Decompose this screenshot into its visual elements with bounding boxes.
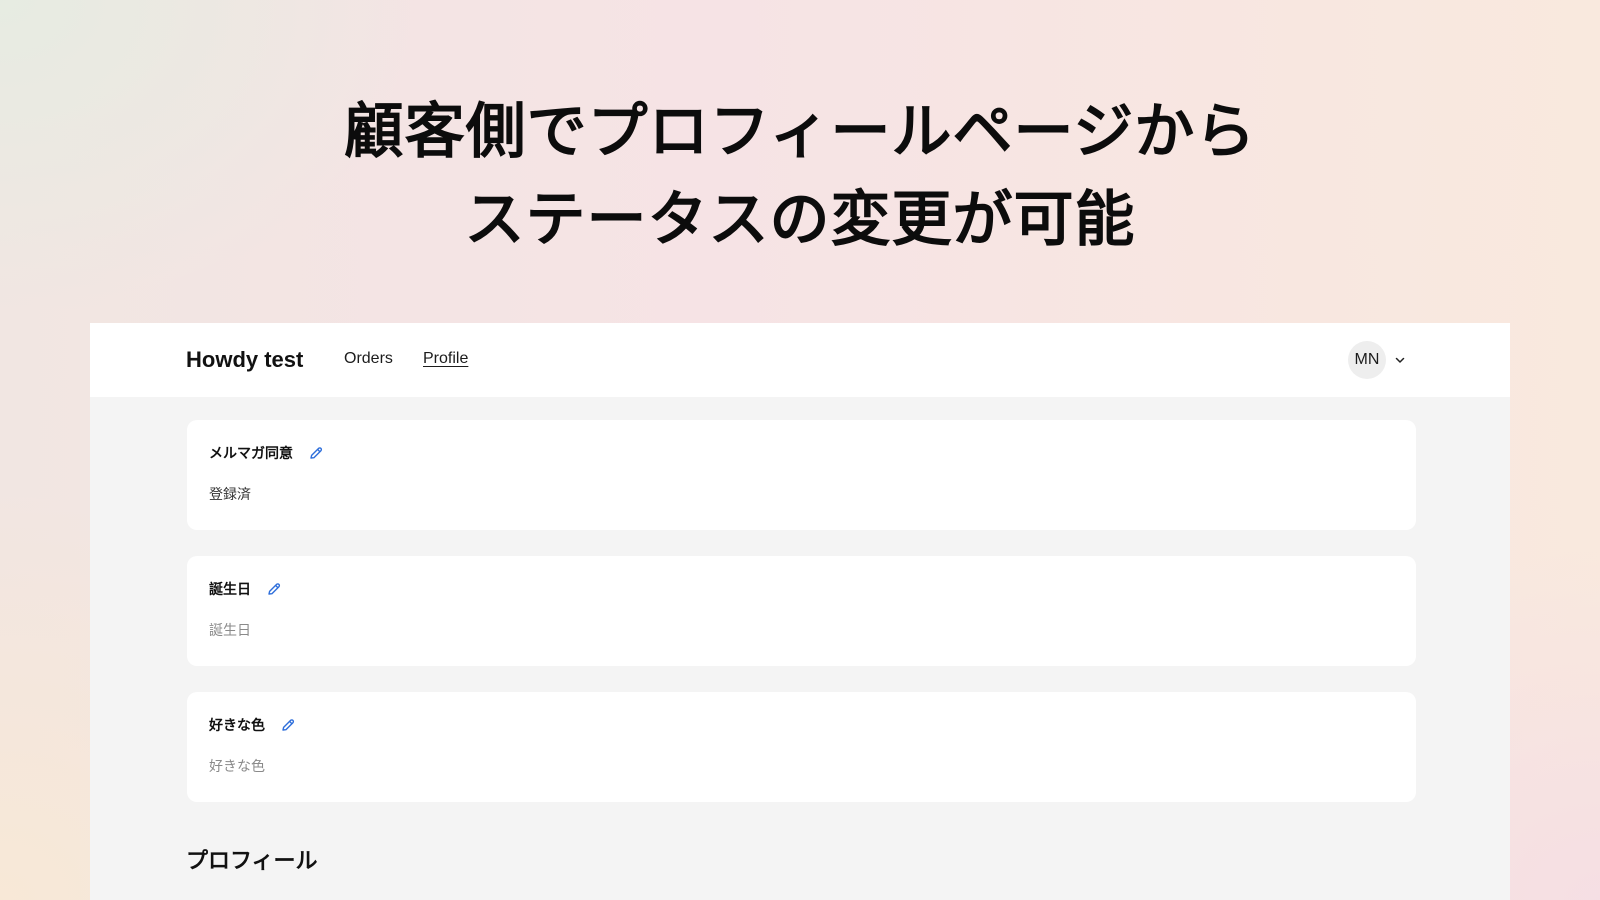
field-value-newsletter: 登録済	[209, 487, 251, 503]
account-menu-button[interactable]: MN	[1348, 341, 1408, 379]
nav-orders-link[interactable]: Orders	[344, 350, 393, 368]
promo-headline-line-1: 顧客側でプロフィールページから	[343, 97, 1257, 167]
store-brand[interactable]: Howdy test	[186, 347, 303, 373]
field-label-row: メルマガ同意	[209, 442, 325, 464]
field-card-favorite-color: 好きな色 好きな色	[187, 692, 1416, 802]
field-value-birthday: 誕生日	[209, 623, 251, 639]
chevron-down-icon	[1392, 352, 1408, 368]
field-value-favorite-color: 好きな色	[209, 759, 265, 775]
field-label-row: 好きな色	[209, 714, 297, 736]
store-header: Howdy test Orders Profile MN	[90, 323, 1510, 397]
field-label-birthday: 誕生日	[209, 582, 251, 598]
promo-headline-line-2: ステータスの変更が可能	[464, 185, 1136, 255]
field-label-favorite-color: 好きな色	[209, 718, 265, 734]
promo-headline: 顧客側でプロフィールページから ステータスの変更が可能	[0, 88, 1600, 264]
field-label-newsletter: メルマガ同意	[209, 446, 293, 462]
pencil-edit-icon[interactable]	[265, 580, 283, 598]
profile-section-heading: プロフィール	[186, 849, 318, 874]
customer-account-window: Howdy test Orders Profile MN メルマガ同意 登録済	[90, 323, 1510, 900]
field-label-row: 誕生日	[209, 578, 283, 600]
field-card-birthday: 誕生日 誕生日	[187, 556, 1416, 666]
field-card-newsletter: メルマガ同意 登録済	[187, 420, 1416, 530]
pencil-edit-icon[interactable]	[279, 716, 297, 734]
nav-profile-link[interactable]: Profile	[423, 350, 468, 368]
pencil-edit-icon[interactable]	[307, 444, 325, 462]
avatar: MN	[1348, 341, 1386, 379]
